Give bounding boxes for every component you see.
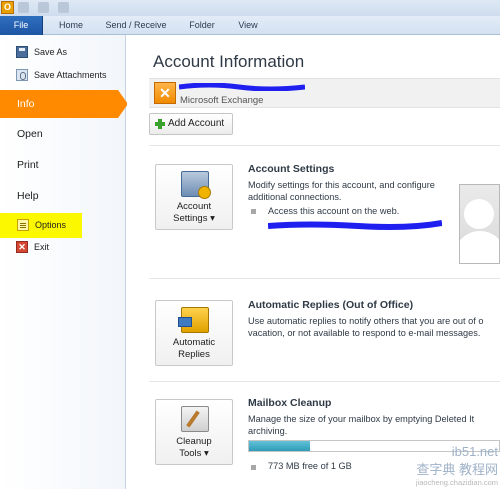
account-settings-description: Modify settings for this account, and co… <box>248 179 435 203</box>
exchange-icon: ✕ <box>154 82 176 104</box>
account-settings-line2: Settings ▾ <box>173 213 215 224</box>
account-selector[interactable]: ✕ Microsoft Exchange <box>149 78 500 108</box>
backstage-navigation: Save As Save Attachments Info Open Print… <box>0 35 128 489</box>
page-title: Account Information <box>153 52 305 71</box>
plus-icon <box>155 119 165 129</box>
save-attachments-label: Save Attachments <box>34 70 107 80</box>
options-label: Options <box>35 220 67 230</box>
mailbox-cleanup-desc-line1: Manage the size of your mailbox by empty… <box>248 414 475 424</box>
tab-send-receive[interactable]: Send / Receive <box>100 16 172 35</box>
cleanup-tools-icon <box>181 406 209 432</box>
account-settings-button-label: Account Settings ▾ <box>156 201 232 225</box>
bullet <box>251 465 256 470</box>
cleanup-tools-button-label: Cleanup Tools ▾ <box>156 436 232 460</box>
account-settings-line1: Account <box>176 201 212 212</box>
redaction-scribble-url <box>268 220 442 230</box>
tab-folder[interactable]: Folder <box>180 16 224 35</box>
save-as-command[interactable]: Save As <box>0 42 126 62</box>
automatic-replies-desc-line1: Use automatic replies to notify others t… <box>248 316 484 326</box>
quick-access-toolbar <box>18 2 88 14</box>
tab-file[interactable]: File <box>0 16 43 35</box>
contact-photo-placeholder <box>459 184 500 264</box>
mailbox-usage-fill <box>249 441 311 451</box>
automatic-replies-line2: Replies <box>178 349 210 360</box>
mailbox-cleanup-desc-line2: archiving. <box>248 426 288 436</box>
automatic-replies-button[interactable]: Automatic Replies <box>155 300 233 366</box>
options-icon <box>17 219 29 231</box>
account-type: Microsoft Exchange <box>180 95 264 106</box>
automatic-replies-description: Use automatic replies to notify others t… <box>248 315 483 339</box>
nav-print[interactable]: Print <box>0 151 126 179</box>
automatic-replies-desc-line2: vacation, or not available to respond to… <box>248 328 481 338</box>
title-bar: O <box>0 0 500 16</box>
mailbox-cleanup-description: Manage the size of your mailbox by empty… <box>248 413 474 437</box>
options-command[interactable]: Options <box>0 213 82 238</box>
automatic-replies-line1: Automatic <box>172 337 216 348</box>
outlook-app-icon[interactable]: O <box>1 1 14 14</box>
cleanup-tools-line1: Cleanup <box>176 436 212 447</box>
automatic-replies-title: Automatic Replies (Out of Office) <box>248 299 414 311</box>
nav-open[interactable]: Open <box>0 120 126 148</box>
divider <box>149 145 500 146</box>
divider <box>149 381 500 382</box>
account-settings-button[interactable]: Account Settings ▾ <box>155 164 233 230</box>
tab-view[interactable]: View <box>230 16 266 35</box>
save-icon[interactable] <box>18 2 29 13</box>
save-as-label: Save As <box>34 47 68 57</box>
ribbon-tab-strip: File Home Send / Receive Folder View <box>0 16 500 35</box>
account-settings-title: Account Settings <box>248 163 335 175</box>
redaction-scribble <box>179 83 305 91</box>
account-information-pane: Account Information ✕ Microsoft Exchange… <box>127 35 500 489</box>
exit-icon: ✕ <box>16 241 28 253</box>
nav-info[interactable]: Info <box>0 90 128 118</box>
customize-toolbar-icon[interactable] <box>58 2 70 13</box>
nav-help[interactable]: Help <box>0 182 126 210</box>
save-attachments-command[interactable]: Save Attachments <box>0 65 126 85</box>
divider <box>149 278 500 279</box>
exit-command[interactable]: ✕ Exit <box>0 237 126 257</box>
add-account-label: Add Account <box>168 118 225 129</box>
attachment-icon <box>16 69 28 81</box>
cleanup-tools-button[interactable]: Cleanup Tools ▾ <box>155 399 233 465</box>
save-as-icon <box>16 46 28 58</box>
watermark-ib51: ib51.net <box>451 444 498 459</box>
tab-home[interactable]: Home <box>50 16 92 35</box>
exit-label: Exit <box>34 242 50 252</box>
watermark: ib51.net 查字典 教程网 jiaocheng.chazidian.com <box>416 444 498 487</box>
mailbox-cleanup-title: Mailbox Cleanup <box>248 397 332 409</box>
avatar-head <box>464 199 494 229</box>
automatic-replies-button-label: Automatic Replies <box>156 337 232 361</box>
mailbox-free-space: 773 MB free of 1 GB <box>268 461 352 471</box>
watermark-line1: 查字典 教程网 <box>416 462 498 477</box>
account-settings-desc-line2: additional connections. <box>248 192 342 202</box>
cleanup-tools-line2: Tools ▾ <box>179 448 209 459</box>
avatar-shoulders <box>460 231 499 263</box>
watermark-domain: jiaocheng.chazidian.com <box>415 478 498 487</box>
undo-icon[interactable] <box>38 2 50 13</box>
automatic-replies-icon <box>178 307 209 333</box>
account-settings-desc-line1: Modify settings for this account, and co… <box>248 180 435 190</box>
bullet <box>251 209 256 214</box>
web-access-link[interactable]: Access this account on the web. <box>268 206 399 216</box>
account-settings-icon <box>181 171 211 199</box>
add-account-button[interactable]: Add Account <box>149 113 233 135</box>
